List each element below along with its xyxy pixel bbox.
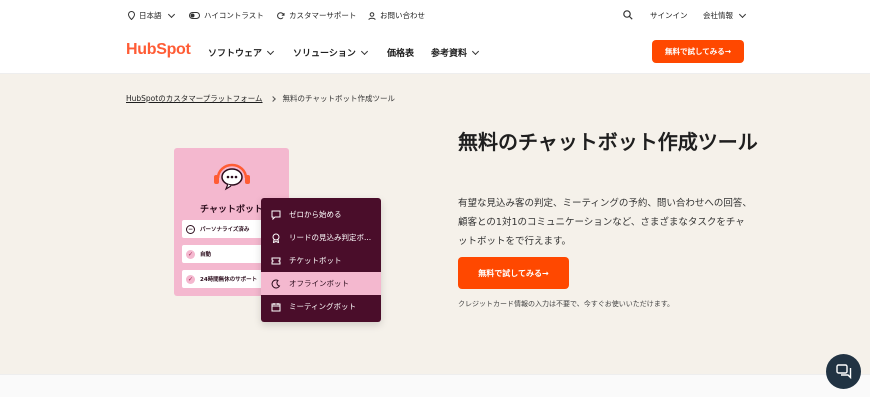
refresh-icon [277,11,285,19]
next-section [0,374,870,397]
bot-type-menu: ゼロから始める リードの見込み判定ボ... チケットボット オフラインボット ミ… [261,198,381,322]
contrast-label: ハイコントラスト [204,11,264,20]
option-label: 自動 [200,252,212,258]
chat-bubble-icon [271,210,281,220]
menu-item-from-scratch: ゼロから始める [261,203,381,226]
nav-item-label: 価格表 [387,49,415,59]
globe-pin-icon [128,11,135,20]
chat-launcher-button[interactable] [826,354,861,389]
chatbot-headset-icon [214,163,250,191]
company-menu[interactable]: 会社情報 [703,10,747,21]
moon-icon [271,279,281,288]
chevron-down-icon [360,47,368,55]
chat-icon [835,364,851,379]
chevron-down-icon [167,10,175,18]
check-icon: ✓ [186,249,195,259]
nav-item-software[interactable]: ソフトウェア [208,46,275,59]
no-credit-card-note: クレジットカード情報の入力は不要で、今すぐお使いいただけます。 [458,300,675,308]
hero-description: 有望な見込み客の判定、ミーティングの予約、問い合わせへの回答、顧客との1対1のコ… [458,198,752,247]
nav-free-trial-button[interactable]: 無料で試してみる→ [652,40,744,63]
nav-item-solutions[interactable]: ソリューション [293,46,368,59]
contact-link[interactable]: お問い合わせ [368,10,425,21]
menu-item-label: ミーティングボット [289,302,357,311]
badge-icon [272,233,280,243]
option-label: 24時間無休のサポート [200,277,258,283]
nav-item-label: ソリューション [293,49,356,59]
signin-label: サインイン [650,11,688,20]
option-label: パーソナライズ済み [200,227,250,233]
ticket-icon [271,257,281,264]
search-icon [623,10,633,20]
chevron-right-icon [269,95,276,102]
search-button[interactable] [623,10,633,20]
hero-section: HubSpotのカスタマープラットフォーム 無料のチャットボット作成ツール チャ… [0,74,870,374]
check-icon: ✓ [186,274,195,284]
nav-item-label: ソフトウェア [208,49,263,59]
chevron-down-icon [266,47,275,55]
hero-free-trial-button[interactable]: 無料で試してみる→ [458,257,569,289]
utility-bar: 日本語 ハイコントラスト カスタマーサポート お問い合わせ サインイン 会社情報 [0,0,870,30]
language-label: 日本語 [139,11,162,20]
menu-item-label: オフラインボット [289,279,349,288]
main-nav: HubSpot ソフトウェア ソリューション 価格表 参考資料 無料で試してみる… [0,30,870,74]
chevron-down-icon [471,47,480,55]
calendar-icon [271,302,281,311]
minus-icon: − [186,224,195,234]
nav-item-pricing[interactable]: 価格表 [387,46,414,59]
nav-item-resources[interactable]: 参考資料 [431,46,480,59]
chevron-down-icon [738,10,747,18]
contrast-toggle[interactable]: ハイコントラスト [189,10,264,21]
hubspot-logo[interactable]: HubSpot [126,41,191,59]
menu-item-meeting-bot: ミーティングボット [261,295,381,318]
page-title: 無料のチャットボット作成ツール [458,130,758,154]
nav-item-label: 参考資料 [431,49,468,59]
menu-item-offline-bot: オフラインボット [261,272,381,295]
company-label: 会社情報 [703,11,733,20]
language-selector[interactable]: 日本語 [128,10,175,21]
signin-link[interactable]: サインイン [650,10,688,21]
breadcrumb-parent-link[interactable]: HubSpotのカスタマープラットフォーム [126,93,263,104]
contrast-icon [189,12,200,19]
menu-item-label: リードの見込み判定ボ... [289,233,372,242]
contact-label: お問い合わせ [380,11,425,20]
breadcrumb: HubSpotのカスタマープラットフォーム 無料のチャットボット作成ツール [126,93,395,104]
menu-item-ticket-bot: チケットボット [261,249,381,272]
person-icon [368,11,376,20]
support-link[interactable]: カスタマーサポート [277,10,356,21]
menu-item-label: チケットボット [289,256,342,265]
breadcrumb-current: 無料のチャットボット作成ツール [282,94,395,103]
menu-item-label: ゼロから始める [289,210,342,219]
support-label: カスタマーサポート [289,11,357,20]
menu-item-lead-qualification: リードの見込み判定ボ... [261,226,381,249]
